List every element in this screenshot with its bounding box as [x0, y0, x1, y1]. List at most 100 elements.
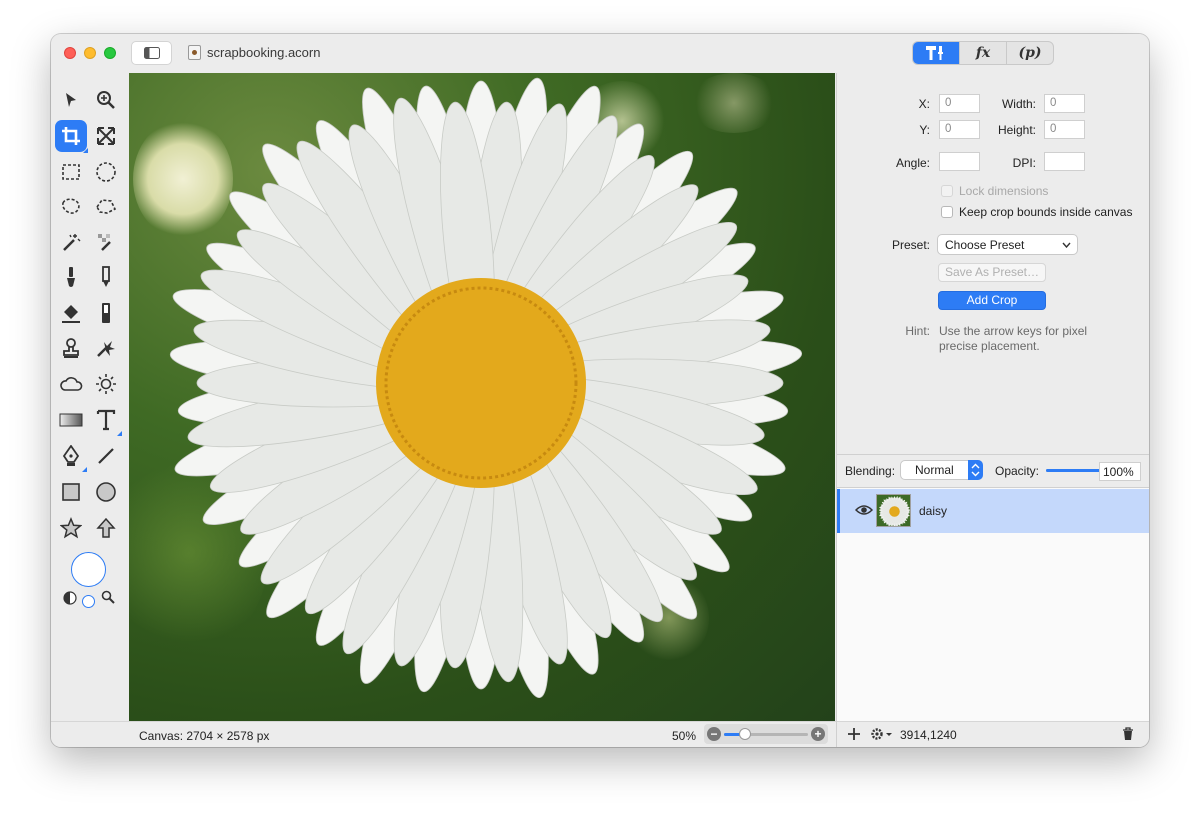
- brush-tool[interactable]: [56, 262, 86, 292]
- line-tool[interactable]: [91, 441, 121, 471]
- paint-bucket-icon: [62, 305, 80, 323]
- title-bar: scrapbooking.acorn fx (p): [51, 34, 1149, 73]
- y-field[interactable]: 0: [939, 120, 980, 139]
- arrow-shape-tool[interactable]: [91, 513, 121, 543]
- add-layer-icon[interactable]: [847, 727, 861, 741]
- dpi-field[interactable]: [1044, 152, 1085, 171]
- crop-icon: [62, 127, 80, 145]
- image-canvas[interactable]: [129, 73, 835, 721]
- blending-dropdown[interactable]: Normal: [900, 460, 983, 480]
- layer-row[interactable]: daisy: [837, 489, 1149, 533]
- transform-tool[interactable]: [91, 121, 121, 151]
- magic-wand-color-tool[interactable]: [91, 227, 121, 257]
- clone-stamp-icon: [63, 338, 79, 358]
- star-shape-tool[interactable]: [56, 513, 86, 543]
- preset-dropdown[interactable]: Choose Preset: [937, 234, 1078, 255]
- zoom-control: − +: [704, 724, 828, 744]
- save-as-preset-button[interactable]: Save As Preset…: [938, 263, 1046, 282]
- zoom-tool[interactable]: [91, 85, 121, 115]
- gradient-tool[interactable]: [56, 405, 86, 435]
- magic-wand-icon: [63, 234, 81, 251]
- stroke-color-well[interactable]: [82, 595, 95, 608]
- tools-icon: [926, 46, 943, 60]
- pen-tool[interactable]: [56, 441, 87, 472]
- zoom-in-button[interactable]: +: [811, 727, 825, 741]
- height-field[interactable]: 0: [1044, 120, 1085, 139]
- color-picker-icon[interactable]: [101, 590, 115, 604]
- cloud-tool[interactable]: [56, 369, 86, 399]
- document-title: scrapbooking.acorn: [188, 45, 320, 60]
- tab-tools[interactable]: [913, 42, 959, 64]
- zoom-window-button[interactable]: [104, 47, 116, 59]
- arrow-shape-icon: [96, 517, 116, 538]
- blending-dropdown-value: Normal: [915, 463, 954, 477]
- circle-shape-tool[interactable]: [91, 477, 121, 507]
- daisy-center: [376, 278, 586, 488]
- lock-dimensions-checkbox[interactable]: [941, 185, 953, 197]
- clone-stamp-tool[interactable]: [56, 333, 86, 363]
- text-tool[interactable]: [91, 405, 122, 436]
- sun-tool[interactable]: [91, 369, 121, 399]
- eraser-icon: [102, 303, 110, 323]
- minimize-window-button[interactable]: [84, 47, 96, 59]
- retouch-tool[interactable]: [91, 333, 121, 363]
- text-icon: [96, 409, 116, 431]
- magic-wand-tool[interactable]: [56, 227, 86, 257]
- close-window-button[interactable]: [64, 47, 76, 59]
- layers-list: daisy: [836, 487, 1149, 721]
- star-icon: [60, 517, 82, 539]
- angle-field[interactable]: [939, 152, 980, 171]
- eye-icon[interactable]: [855, 504, 873, 516]
- paint-bucket-tool[interactable]: [56, 298, 86, 328]
- zoom-slider-knob[interactable]: [739, 728, 751, 740]
- height-label: Height:: [997, 123, 1036, 137]
- tool-palette: [51, 73, 128, 721]
- x-field[interactable]: 0: [939, 94, 980, 113]
- ellipse-select-icon: [96, 162, 116, 182]
- rectangle-shape-icon: [62, 483, 80, 501]
- swap-colors-icon[interactable]: [63, 591, 77, 605]
- pencil-tool[interactable]: [91, 262, 121, 292]
- trash-icon[interactable]: [1122, 727, 1134, 741]
- circle-shape-icon: [96, 482, 116, 502]
- y-label: Y:: [919, 123, 930, 137]
- hint-text-line-1: Use the arrow keys for pixel: [939, 324, 1088, 338]
- keep-bounds-checkbox[interactable]: [941, 206, 953, 218]
- hint-text-line-2: precise placement.: [939, 339, 1040, 353]
- updown-chevron-icon: [968, 460, 983, 480]
- select-arrow-icon: [66, 93, 76, 107]
- sidebar-toggle-button[interactable]: [131, 41, 172, 65]
- layer-name: daisy: [919, 504, 948, 518]
- rectangle-shape-tool[interactable]: [56, 477, 86, 507]
- width-field[interactable]: 0: [1044, 94, 1085, 113]
- zoom-slider[interactable]: [724, 728, 808, 740]
- chevron-down-icon: [1062, 242, 1071, 248]
- fill-color-well[interactable]: [71, 552, 106, 587]
- eraser-tool[interactable]: [91, 298, 121, 328]
- gradient-icon: [59, 413, 83, 427]
- cloud-icon: [60, 377, 83, 391]
- add-crop-button[interactable]: Add Crop: [938, 291, 1046, 310]
- canvas-size-text: Canvas: 2704 × 2578 px: [139, 729, 270, 743]
- rect-select-tool[interactable]: [56, 157, 86, 187]
- preset-label: Preset:: [891, 238, 930, 252]
- zoom-percent: 50%: [672, 729, 697, 743]
- gear-icon[interactable]: [869, 726, 893, 742]
- layer-thumbnail: [876, 494, 911, 527]
- lasso-tool[interactable]: [56, 192, 86, 222]
- zoom-out-button[interactable]: −: [707, 727, 721, 741]
- zoom-icon: [97, 91, 115, 109]
- keep-bounds-label: Keep crop bounds inside canvas: [959, 205, 1133, 219]
- ellipse-select-tool[interactable]: [91, 157, 121, 187]
- tab-properties[interactable]: (p): [1006, 42, 1053, 64]
- opacity-field[interactable]: 100%: [1099, 462, 1141, 481]
- angle-label: Angle:: [895, 156, 930, 170]
- retouch-icon: [97, 341, 115, 357]
- pencil-icon: [102, 266, 110, 287]
- polygon-lasso-tool[interactable]: [91, 192, 121, 222]
- tab-effects[interactable]: fx: [959, 42, 1006, 64]
- rect-select-icon: [62, 164, 80, 180]
- crop-tool[interactable]: [55, 120, 88, 153]
- document-icon: [188, 45, 201, 60]
- select-tool[interactable]: [56, 85, 86, 115]
